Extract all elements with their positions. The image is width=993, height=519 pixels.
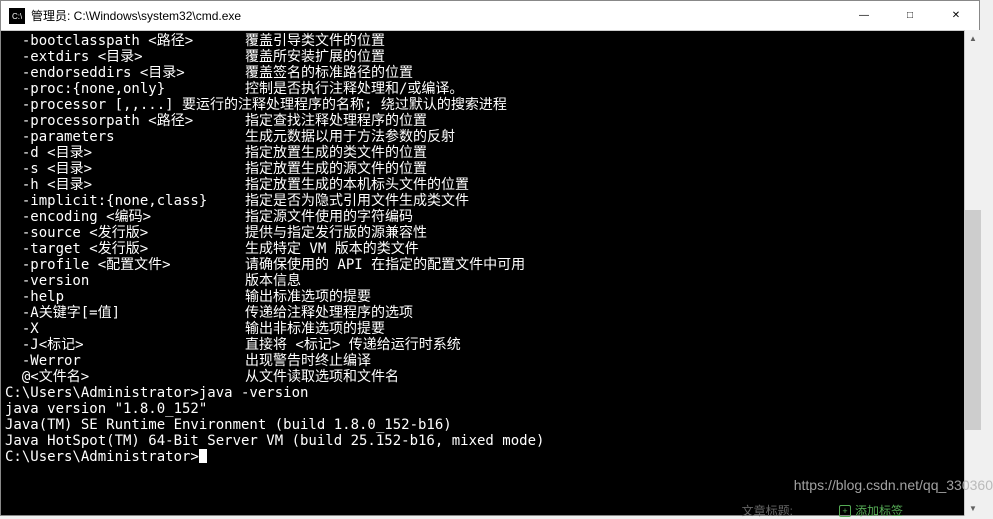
add-tag-link[interactable]: + 添加标签 bbox=[839, 502, 903, 519]
output-line: Java(TM) SE Runtime Environment (build 1… bbox=[5, 417, 975, 433]
add-tag-label: 添加标签 bbox=[855, 502, 903, 519]
scroll-thumb[interactable] bbox=[965, 210, 981, 430]
scroll-up-button[interactable]: ▲ bbox=[965, 30, 981, 46]
scroll-down-button[interactable]: ▼ bbox=[965, 500, 981, 516]
option-line: @<文件名>从文件读取选项和文件名 bbox=[5, 369, 975, 385]
option-line: -X输出非标准选项的提要 bbox=[5, 321, 975, 337]
titlebar[interactable]: C:\ 管理员: C:\Windows\system32\cmd.exe — □… bbox=[1, 1, 979, 31]
option-line: -processorpath <路径>指定查找注释处理程序的位置 bbox=[5, 113, 975, 129]
option-line: -bootclasspath <路径>覆盖引导类文件的位置 bbox=[5, 33, 975, 49]
option-line: -s <目录>指定放置生成的源文件的位置 bbox=[5, 161, 975, 177]
window-title: 管理员: C:\Windows\system32\cmd.exe bbox=[31, 7, 841, 24]
bottom-label: 文章标题: bbox=[742, 502, 793, 519]
option-line: -profile <配置文件>请确保使用的 API 在指定的配置文件中可用 bbox=[5, 257, 975, 273]
option-line: -endorseddirs <目录>覆盖签名的标准路径的位置 bbox=[5, 65, 975, 81]
prompt-line: C:\Users\Administrator>java -version bbox=[5, 385, 975, 401]
option-line: -implicit:{none,class}指定是否为隐式引用文件生成类文件 bbox=[5, 193, 975, 209]
window-controls: — □ ✕ bbox=[841, 1, 979, 30]
plus-icon: + bbox=[839, 505, 851, 517]
cmd-icon: C:\ bbox=[9, 8, 25, 24]
prompt-line: C:\Users\Administrator> bbox=[5, 449, 975, 465]
svg-text:C:\: C:\ bbox=[12, 12, 22, 21]
option-line: -encoding <编码>指定源文件使用的字符编码 bbox=[5, 209, 975, 225]
close-button[interactable]: ✕ bbox=[933, 1, 979, 30]
cursor bbox=[199, 449, 207, 463]
output-line: java version "1.8.0_152" bbox=[5, 401, 975, 417]
option-line: -A关键字[=值]传递给注释处理程序的选项 bbox=[5, 305, 975, 321]
option-line: -proc:{none,only}控制是否执行注释处理和/或编译。 bbox=[5, 81, 975, 97]
option-line: -Werror出现警告时终止编译 bbox=[5, 353, 975, 369]
watermark-text: https://blog.csdn.net/qq_330360 bbox=[794, 477, 993, 493]
option-line: -help输出标准选项的提要 bbox=[5, 289, 975, 305]
option-line: -target <发行版>生成特定 VM 版本的类文件 bbox=[5, 241, 975, 257]
option-line: -h <目录>指定放置生成的本机标头文件的位置 bbox=[5, 177, 975, 193]
option-line: -processor [,,...] 要运行的注释处理程序的名称; 绕过默认的搜… bbox=[5, 97, 975, 113]
option-line: -parameters生成元数据以用于方法参数的反射 bbox=[5, 129, 975, 145]
option-line: -d <目录>指定放置生成的类文件的位置 bbox=[5, 145, 975, 161]
output-line: Java HotSpot(TM) 64-Bit Server VM (build… bbox=[5, 433, 975, 449]
scrollbar[interactable]: ▲ ▼ bbox=[964, 30, 980, 516]
cmd-window: C:\ 管理员: C:\Windows\system32\cmd.exe — □… bbox=[0, 0, 980, 516]
option-line: -J<标记>直接将 <标记> 传递给运行时系统 bbox=[5, 337, 975, 353]
option-line: -extdirs <目录>覆盖所安装扩展的位置 bbox=[5, 49, 975, 65]
minimize-button[interactable]: — bbox=[841, 1, 887, 30]
option-line: -source <发行版>提供与指定发行版的源兼容性 bbox=[5, 225, 975, 241]
maximize-button[interactable]: □ bbox=[887, 1, 933, 30]
terminal-output[interactable]: -bootclasspath <路径>覆盖引导类文件的位置 -extdirs <… bbox=[1, 31, 979, 515]
option-line: -version版本信息 bbox=[5, 273, 975, 289]
